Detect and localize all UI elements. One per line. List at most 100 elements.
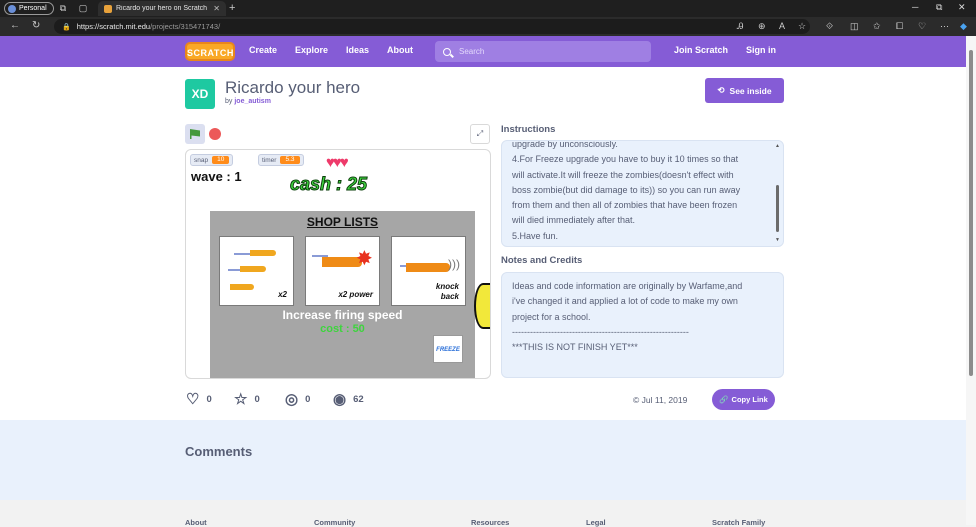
notes-label: Notes and Credits <box>501 255 583 266</box>
browser-chrome: Personal ⧉ ▢ Ricardo your hero on Scratc… <box>0 0 976 36</box>
page-scrollbar[interactable] <box>966 36 976 525</box>
scroll-down-icon[interactable]: ▼ <box>775 237 780 243</box>
footer-legal[interactable]: Legal <box>586 518 606 527</box>
favorite-count: 0 <box>254 394 260 405</box>
instructions-label: Instructions <box>501 124 556 135</box>
instructions-scrollbar[interactable]: ▲ ▼ <box>775 143 781 244</box>
close-window-icon[interactable]: ✕ <box>958 2 966 13</box>
search-icon <box>443 47 451 56</box>
project-title: Ricardo your hero <box>225 78 361 97</box>
item-caption: x2 power <box>338 290 373 299</box>
search-placeholder: Search <box>459 47 485 56</box>
more-menu-icon[interactable]: ⋯ <box>940 21 949 32</box>
shockwave-icon: ))) <box>448 257 460 271</box>
address-bar[interactable]: 🔒 https://scratch.mit.edu/projects/31547… <box>54 19 810 34</box>
extensions-icon[interactable]: ⟐ <box>826 21 833 32</box>
footer-family[interactable]: Scratch Family <box>712 518 765 527</box>
remix-count: 0 <box>305 394 311 405</box>
profile-label: Personal <box>19 5 47 12</box>
instructions-line: 4.For Freeze upgrade you have to buy it … <box>512 154 739 165</box>
love-button[interactable]: ♡ 0 <box>186 392 212 407</box>
green-flag-button[interactable] <box>185 124 205 144</box>
tab-close-icon[interactable]: ✕ <box>213 4 220 13</box>
item-caption: x2 <box>278 290 287 299</box>
notes-line: project for a school. <box>512 311 591 322</box>
favorite-button[interactable]: ☆ 0 <box>234 392 260 407</box>
monitor-snap-value: 10 <box>212 156 230 164</box>
shop-item-knockback[interactable]: ))) knock back <box>391 236 466 306</box>
search-input[interactable]: Search <box>435 41 651 62</box>
footer-community[interactable]: Community <box>314 518 355 527</box>
shop-panel: SHOP LISTS x2 ✸ x2 power ))) knock back … <box>210 211 475 378</box>
favorite-star-icon[interactable]: ☆ <box>798 21 806 32</box>
green-flag-icon <box>190 129 200 139</box>
read-aloud-icon[interactable]: Ꭿ <box>737 21 744 32</box>
freeze-item[interactable]: FREEZE <box>433 335 463 363</box>
notes-line: Ideas and code information are originall… <box>512 281 743 291</box>
nav-about[interactable]: About <box>387 45 413 55</box>
project-stage[interactable]: snap 10 timer 5.3 wave : 1 ♥♥♥ cash : 25… <box>185 149 491 379</box>
see-inside-icon: ⟲ <box>717 85 725 95</box>
footer-about[interactable]: About <box>185 518 207 527</box>
notes-line: i've changed it and applied a lot of cod… <box>512 296 738 307</box>
footer-resources[interactable]: Resources <box>471 518 509 527</box>
copilot-icon[interactable]: ◆ <box>960 21 967 32</box>
back-icon[interactable]: ← <box>10 21 20 31</box>
join-scratch-link[interactable]: Join Scratch <box>674 45 728 55</box>
zoom-icon[interactable]: ⊕ <box>758 21 766 32</box>
browser-essentials-icon[interactable]: ♡ <box>918 21 926 32</box>
instructions-line: upgrade by unconsciously. <box>512 140 618 149</box>
zombie-sprite <box>474 283 490 329</box>
shop-title: SHOP LISTS <box>306 215 379 229</box>
item-caption: back <box>440 292 459 301</box>
collections-icon[interactable]: ⧠ <box>896 21 903 32</box>
copy-link-button[interactable]: 🔗 Copy Link <box>712 389 775 410</box>
instructions-line: boss zombie(but did damage to its)) so y… <box>512 184 741 195</box>
minimize-icon[interactable]: ─ <box>912 2 918 12</box>
nav-ideas[interactable]: Ideas <box>346 45 369 55</box>
profile-avatar-icon <box>8 4 16 13</box>
tab-actions-icon[interactable]: ▢ <box>78 3 88 13</box>
bullet-icon <box>230 284 254 290</box>
split-screen-icon[interactable]: ◫ <box>850 21 859 32</box>
views-stat: ◉ 62 <box>333 392 364 407</box>
hearts-icon: ♥♥♥ <box>326 154 349 171</box>
project-thumbnail: XD <box>185 79 215 109</box>
stop-button[interactable] <box>209 128 221 140</box>
see-inside-button[interactable]: ⟲ See inside <box>705 78 784 103</box>
remix-icon: ◎ <box>285 391 299 408</box>
reader-icon[interactable]: A <box>779 21 785 31</box>
url-text: https://scratch.mit.edu/projects/3154717… <box>76 22 221 31</box>
workspaces-icon[interactable]: ⧉ <box>58 3 68 13</box>
eye-icon: ◉ <box>333 391 347 408</box>
comments-section <box>0 420 966 500</box>
notes-line: ----------------------------------------… <box>512 326 689 337</box>
instructions-panel[interactable]: upgrade by unconsciously. 4.For Freeze u… <box>501 140 784 247</box>
profile-button[interactable]: Personal <box>4 2 54 15</box>
shop-item-power[interactable]: ✸ x2 power <box>305 236 380 306</box>
scratch-logo[interactable]: SCRATCH <box>185 42 235 61</box>
new-tab-icon[interactable]: + <box>229 2 235 14</box>
bullet-icon <box>250 250 276 256</box>
instructions-scroll-thumb[interactable] <box>776 185 779 232</box>
scroll-up-icon[interactable]: ▲ <box>775 143 780 149</box>
page-scrollbar-thumb[interactable] <box>969 50 973 376</box>
project-byline: by joe_autism <box>225 98 271 105</box>
tab-title: Ricardo your hero on Scratch <box>116 5 208 12</box>
instructions-line: will died immediately after that. <box>512 215 636 226</box>
restore-icon[interactable]: ⧉ <box>936 2 942 13</box>
favorites-icon[interactable]: ✩ <box>873 21 881 32</box>
browser-tab[interactable]: Ricardo your hero on Scratch ✕ <box>98 1 226 16</box>
nav-explore[interactable]: Explore <box>295 45 328 55</box>
author-link[interactable]: joe_autism <box>234 98 271 105</box>
sign-in-link[interactable]: Sign in <box>746 45 776 55</box>
link-icon: 🔗 <box>719 395 729 404</box>
tab-favicon-icon <box>104 4 112 13</box>
fullscreen-button[interactable]: ⤢ <box>470 124 490 144</box>
date-icon: © <box>633 395 640 405</box>
star-icon: ☆ <box>234 391 248 408</box>
shop-item-double-shot[interactable]: x2 <box>219 236 294 306</box>
refresh-icon[interactable]: ↻ <box>32 21 40 31</box>
love-count: 0 <box>206 394 212 405</box>
nav-create[interactable]: Create <box>249 45 277 55</box>
